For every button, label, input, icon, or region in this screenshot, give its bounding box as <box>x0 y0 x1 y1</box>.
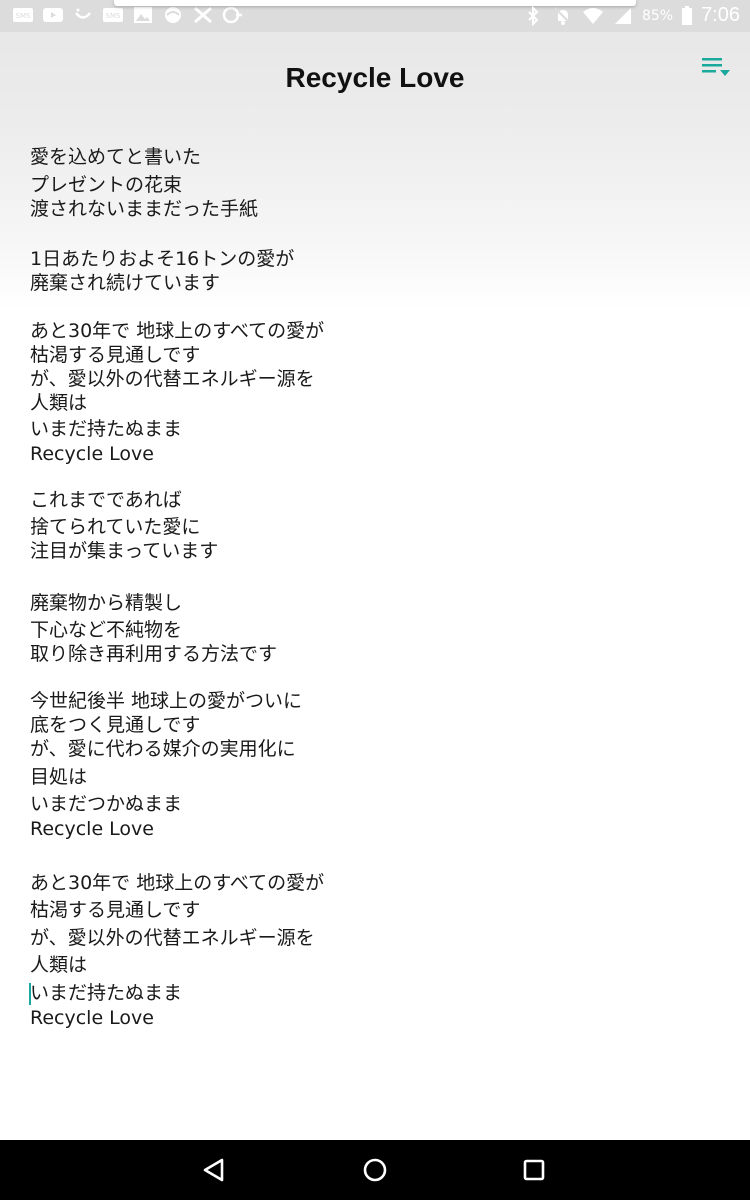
lyric-line: 人類は <box>30 954 88 976</box>
lyric-line: 取り除き再利用する方法です <box>30 643 278 665</box>
lyric-line: 廃棄物から精製し <box>30 592 183 614</box>
lyric-line: いまだつかぬまま <box>30 793 183 815</box>
bell-off-icon <box>554 6 572 25</box>
sms-icon: SMS <box>13 8 33 22</box>
lyric-line: いまだ持たぬまま <box>30 982 183 1004</box>
lyric-line: 注目が集まっています <box>30 540 219 562</box>
signal-icon <box>614 7 631 24</box>
lyric-line: 枯渇する見通しです <box>30 344 201 366</box>
svg-text:SMS: SMS <box>106 12 121 20</box>
system-indicators: 85% 7:06 <box>522 4 740 27</box>
youtube-icon <box>43 8 63 22</box>
lyric-line: が、愛に代わる媒介の実用化に <box>30 738 296 760</box>
lyric-line: 愛を込めてと書いた <box>30 146 202 168</box>
lyric-line: 枯渇する見通しです <box>30 899 201 921</box>
lyric-line: 人類は <box>30 392 88 414</box>
swirl-icon <box>165 7 181 23</box>
lyric-line: プレゼントの花束 <box>30 174 183 196</box>
lyric-line: 目処は <box>30 766 88 788</box>
smile-icon <box>75 8 91 19</box>
tools-icon <box>194 6 212 24</box>
lyric-line: あと30年で 地球上のすべての愛が <box>30 320 325 342</box>
lyric-line: 底をつく見通しです <box>30 714 201 736</box>
sms-icon-2: SMS <box>103 8 123 22</box>
wifi-icon <box>582 7 603 24</box>
status-bar: SMS SMS 85% 7:06 <box>0 0 750 32</box>
recents-square-icon[interactable] <box>516 1152 552 1188</box>
page-title: Recycle Love <box>285 62 465 93</box>
bluetooth-icon <box>528 5 539 26</box>
back-triangle-icon[interactable] <box>196 1152 232 1188</box>
location-icon <box>222 6 242 24</box>
lyric-line: いまだ持たぬまま <box>30 418 183 440</box>
home-circle-icon[interactable] <box>357 1152 393 1188</box>
text-cursor <box>29 983 31 1005</box>
lyric-line: 廃棄され続けています <box>30 272 221 294</box>
lyric-line: 捨てられていた愛に <box>30 516 201 538</box>
lyric-line: あと30年で 地球上のすべての愛が <box>30 872 325 894</box>
lyric-line: Recycle Love <box>30 818 154 840</box>
lyric-line: が、愛以外の代替エネルギー源を <box>30 927 315 949</box>
lyric-line: が、愛以外の代替エネルギー源を <box>30 368 315 390</box>
playlist-menu-icon[interactable] <box>700 54 732 80</box>
navigation-bar <box>0 1140 750 1200</box>
lyric-line: Recycle Love <box>30 1007 154 1029</box>
notification-icons: SMS SMS <box>12 5 244 25</box>
screen: SMS SMS 85% 7:06 Recycle Love 愛を込めてと書いた <box>0 0 750 1200</box>
lyric-line: 1日あたりおよそ16トンの愛が <box>30 248 295 270</box>
svg-text:SMS: SMS <box>16 12 31 20</box>
image-icon <box>134 7 152 23</box>
lyric-line: Recycle Love <box>30 443 154 465</box>
battery-icon <box>682 5 693 25</box>
lyric-line: 下心など不純物を <box>30 619 183 641</box>
clock: 7:06 <box>701 4 740 26</box>
lyric-line: これまでであれば <box>30 489 182 511</box>
lyric-line: 今世紀後半 地球上の愛がついに <box>30 690 303 712</box>
battery-level: 85% <box>641 7 674 24</box>
lyric-line: 渡されないままだった手紙 <box>30 198 259 220</box>
